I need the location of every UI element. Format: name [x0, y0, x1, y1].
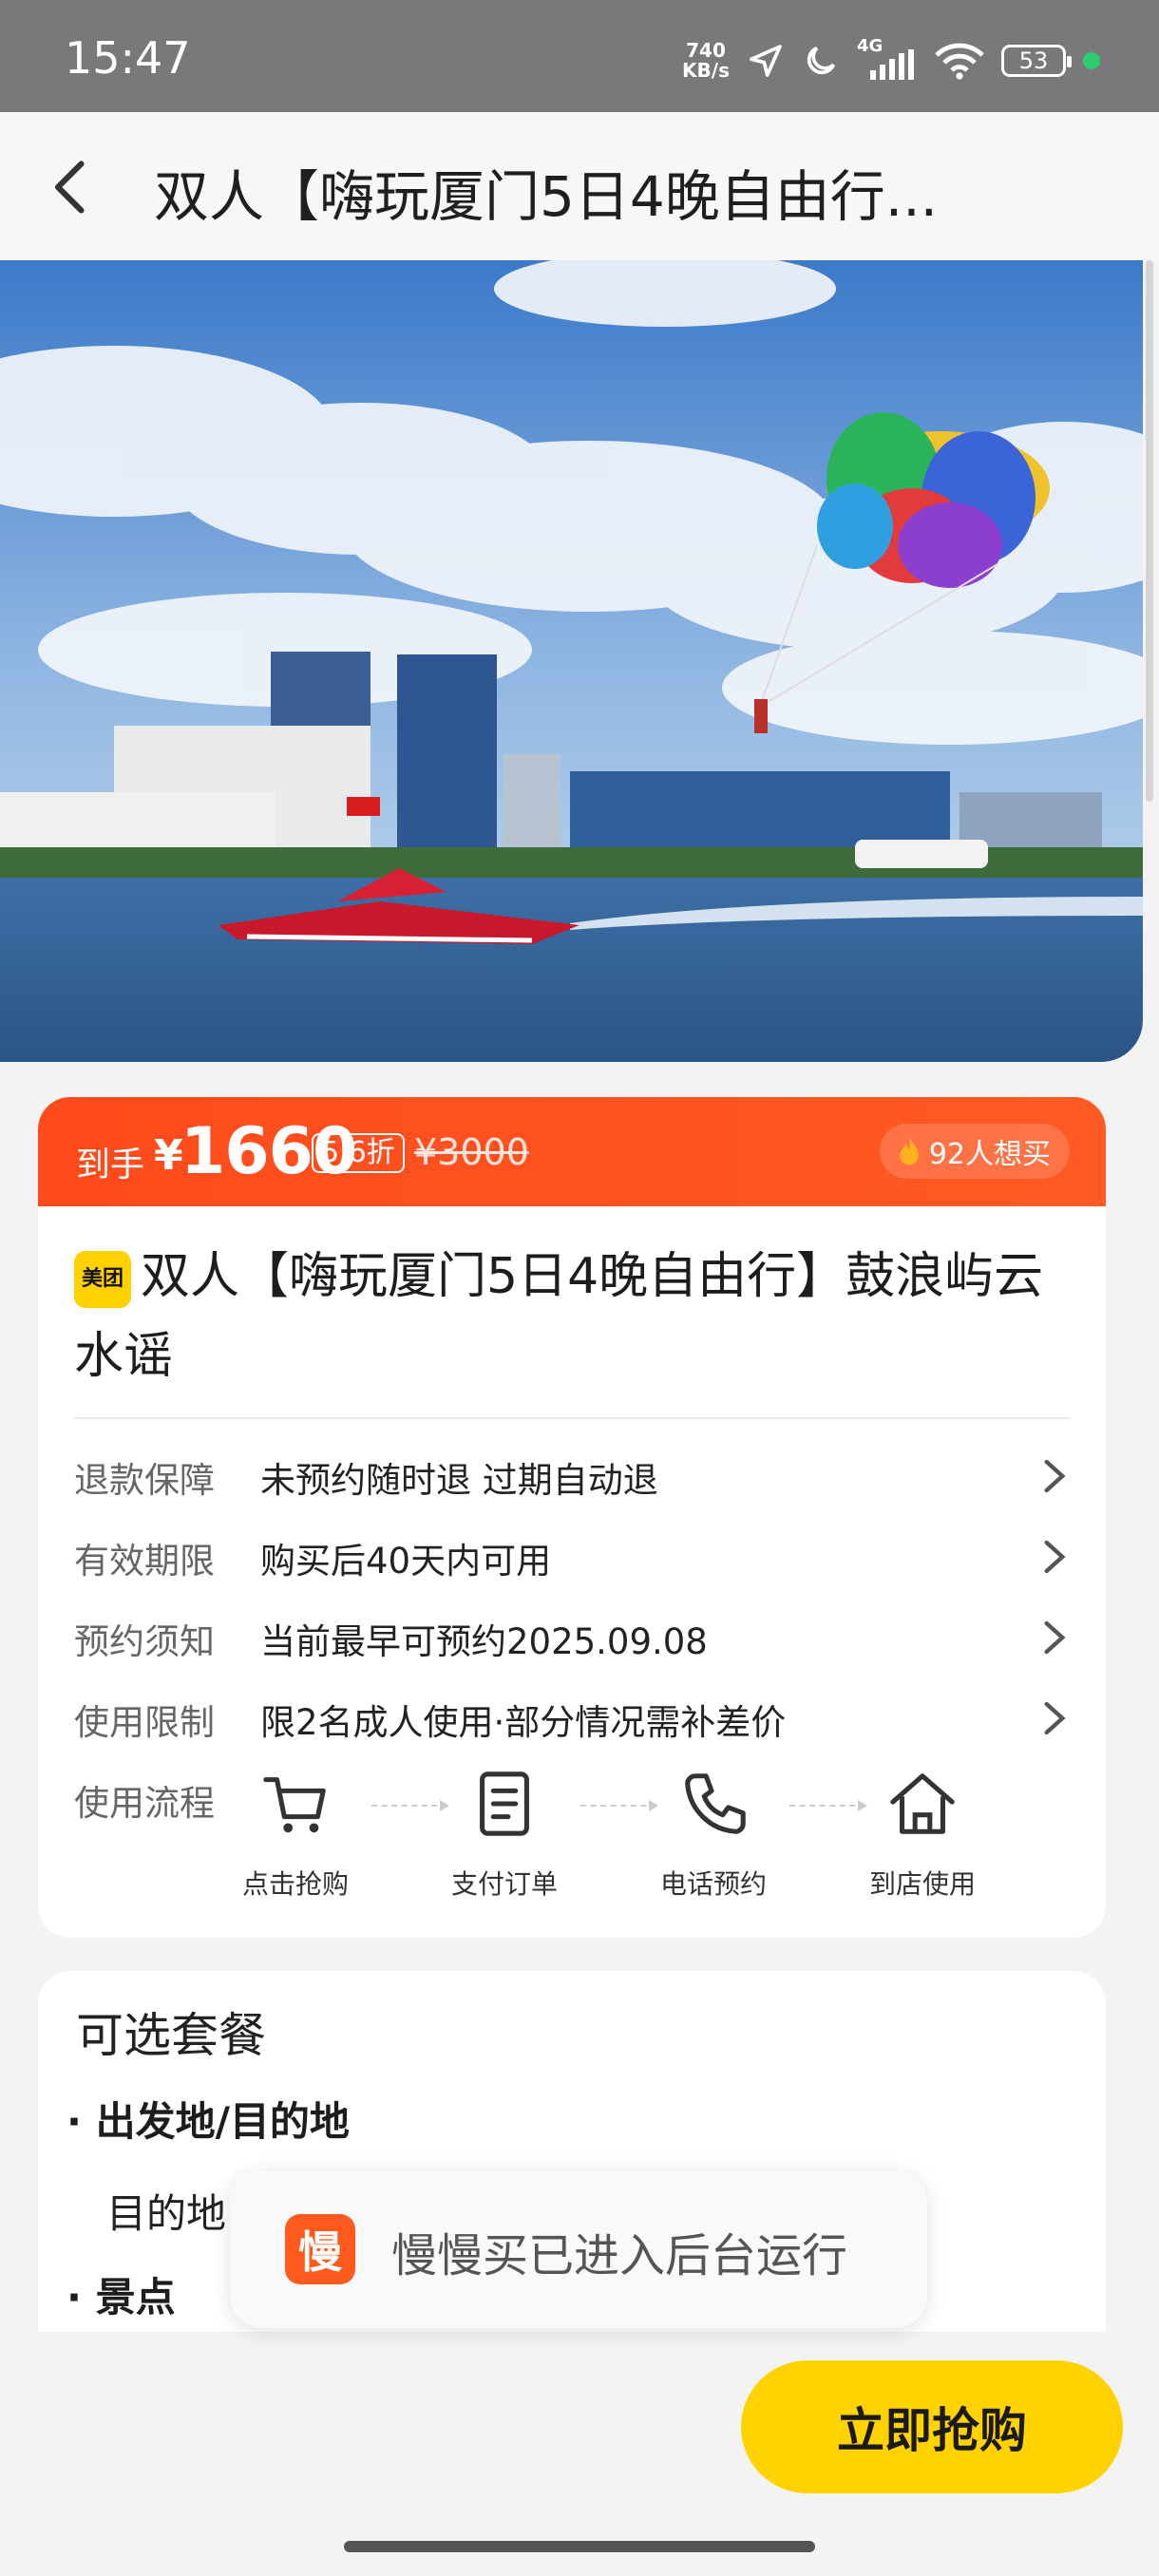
price-label: 到手 [76, 1146, 145, 1184]
flow-step-label: 点击抢购 [241, 1868, 349, 1900]
battery-level: 53 [1018, 47, 1049, 74]
row-value: 未预约随时退 过期自动退 [260, 1460, 658, 1501]
net-speed: 740 KB/s [682, 41, 730, 81]
chevron-right-icon [1044, 1540, 1066, 1574]
privacy-dot [1083, 52, 1100, 69]
meituan-badge: 美团 [74, 1251, 131, 1308]
row-value: 限2名成人使用·部分情况需补差价 [260, 1702, 787, 1743]
flow-step-label: 支付订单 [450, 1868, 558, 1900]
phone-icon [685, 1773, 746, 1834]
toast-text: 慢慢买已进入后台运行 [391, 2229, 848, 2282]
status-time: 15:47 [65, 32, 191, 84]
package-item-title: 景点 [95, 2274, 176, 2320]
flow-step: 支付订单 [433, 1767, 576, 1902]
net-speed-value: 740 [686, 39, 726, 62]
location-arrow-icon [750, 45, 782, 77]
original-price: ¥3000 [414, 1131, 529, 1173]
flow-step-label: 电话预约 [659, 1868, 767, 1900]
row-refund[interactable]: 退款保障 未预约随时退 过期自动退 [74, 1440, 1072, 1506]
nav-bar: 双人【嗨玩厦门5日4晚自由行... [0, 112, 1159, 260]
price-banner: 到手 ¥ 1660 5.6折 ¥3000 92人想买 [38, 1097, 1106, 1206]
net-speed-unit: KB/s [682, 59, 730, 82]
package-item-bullet: · 出发地/目的地 [66, 2098, 350, 2145]
package-item-title: 出发地/目的地 [95, 2098, 350, 2145]
row-key: 预约须知 [74, 1621, 215, 1662]
row-key: 退款保障 [74, 1460, 215, 1501]
package-item-bullet: · 景点 [66, 2274, 176, 2320]
status-bar: 15:47 740 KB/s 4G 53 [0, 0, 1159, 112]
chevron-right-icon [1044, 1701, 1066, 1735]
battery-indicator: 53 [1001, 45, 1072, 77]
product-card: 美团 双人【嗨玩厦门5日4晚自由行】鼓浪屿云水谣 退款保障 未预约随时退 过期自动… [38, 1206, 1106, 1938]
row-value: 购买后40天内可用 [260, 1541, 552, 1582]
row-restriction[interactable]: 使用限制 限2名成人使用·部分情况需补差价 [74, 1682, 1072, 1749]
flow-label: 使用流程 [74, 1783, 215, 1824]
chevron-right-icon [1044, 1459, 1066, 1493]
wifi-icon [935, 43, 984, 80]
chevron-right-icon [1044, 1620, 1066, 1655]
product-title: 双人【嗨玩厦门5日4晚自由行】鼓浪屿云水谣 [74, 1248, 1044, 1385]
document-icon [480, 1771, 529, 1836]
row-value: 当前最早可预约2025.09.08 [260, 1621, 708, 1662]
wants-count: 92人想买 [928, 1138, 1051, 1171]
app-logo-icon: 慢 [285, 2214, 355, 2284]
hero-image[interactable] [0, 260, 1143, 1062]
back-arrow-icon[interactable] [38, 154, 104, 220]
moon-icon [807, 46, 836, 75]
discount-badge: 5.6折 [312, 1133, 405, 1173]
wants-badge: 92人想买 [879, 1124, 1070, 1179]
cart-icon [263, 1777, 326, 1833]
packages-heading: 可选套餐 [76, 2008, 266, 2063]
row-key: 使用限制 [74, 1702, 215, 1743]
row-booking[interactable]: 预约须知 当前最早可预约2025.09.08 [74, 1601, 1072, 1668]
toast-notification: 慢 慢慢买已进入后台运行 [230, 2170, 927, 2328]
flow-step: 电话预约 [642, 1767, 785, 1902]
flow-step: 点击抢购 [224, 1767, 367, 1902]
cellular-signal-icon: 4G [857, 36, 918, 80]
home-icon [890, 1773, 955, 1834]
home-indicator[interactable] [344, 2541, 815, 2552]
flow-step: 到店使用 [851, 1767, 994, 1902]
package-item-text: 目的地 [106, 2190, 227, 2237]
divider [74, 1417, 1070, 1419]
scrollbar[interactable] [1146, 260, 1153, 802]
usage-flow: 点击抢购 支付订单 电话预约 到店使用 [224, 1767, 1070, 1909]
row-key: 有效期限 [74, 1541, 215, 1582]
row-validity[interactable]: 有效期限 购买后40天内可用 [74, 1521, 1072, 1587]
flame-icon [900, 1136, 919, 1165]
status-icons: 740 KB/s 4G 53 [682, 32, 1100, 89]
flow-step-label: 到店使用 [868, 1868, 976, 1900]
price-currency: ¥ [154, 1131, 183, 1180]
page-title: 双人【嗨玩厦门5日4晚自由行... [154, 164, 939, 229]
buy-now-button[interactable]: 立即抢购 [741, 2360, 1123, 2493]
product-title-block: 美团 双人【嗨玩厦门5日4晚自由行】鼓浪屿云水谣 [74, 1237, 1072, 1396]
